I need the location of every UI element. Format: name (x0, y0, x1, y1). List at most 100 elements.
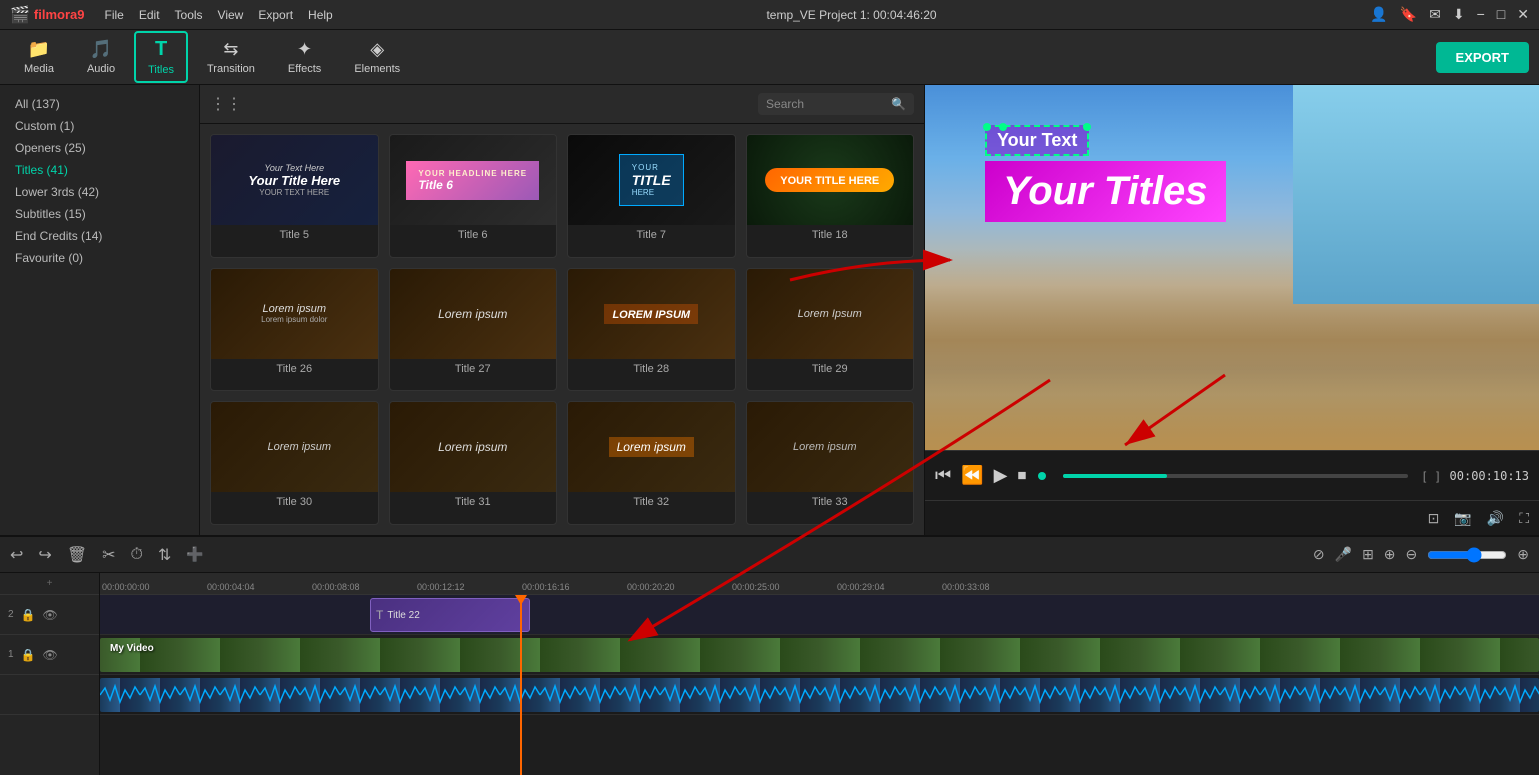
menu-file[interactable]: File (105, 8, 124, 22)
sidebar-item-favourite[interactable]: Favourite (0) (0, 247, 199, 269)
timeline-tool4[interactable]: ⊕ (1517, 546, 1529, 563)
toolbar-transition[interactable]: ⇆ Transition (193, 32, 269, 82)
speed-ramp-icon[interactable]: ⊘ (1313, 546, 1325, 563)
detach-button[interactable]: ⇅ (158, 545, 171, 565)
playhead[interactable] (520, 595, 522, 775)
video-strip[interactable]: My Video (100, 638, 1539, 672)
sidebar-item-endcredits[interactable]: End Credits (14) (0, 225, 199, 247)
toolbar-elements[interactable]: ◈ Elements (340, 32, 414, 82)
title-track: T Title 22 (100, 595, 1539, 635)
download-icon[interactable]: ⬇ (1453, 6, 1465, 23)
search-input[interactable] (766, 97, 886, 111)
maximize-button[interactable]: □ (1497, 6, 1505, 23)
title-card-7[interactable]: YOUR TITLE HERE Title 7 (567, 134, 736, 258)
title-card-30[interactable]: Lorem ipsum Title 30 (210, 401, 379, 525)
title-label-33: Title 33 (747, 492, 914, 512)
menu-tools[interactable]: Tools (175, 8, 203, 22)
toolbar-titles[interactable]: T Titles (134, 31, 188, 83)
title-card-26[interactable]: Lorem ipsum Lorem ipsum dolor Title 26 (210, 268, 379, 392)
timeline-tool2[interactable]: ⊕ (1384, 546, 1396, 563)
titles-grid: Your Text Here Your Title Here YOUR TEXT… (200, 124, 924, 535)
mail-icon[interactable]: ✉ (1429, 6, 1441, 23)
user-icon[interactable]: 👤 (1370, 6, 1387, 23)
eye-icon-2[interactable]: 👁 (43, 608, 58, 622)
zoom-slider[interactable] (1427, 547, 1507, 563)
menu-view[interactable]: View (218, 8, 244, 22)
toolbar-media[interactable]: 📁 Media (10, 32, 68, 82)
title-card-33[interactable]: Lorem ipsum Title 33 (746, 401, 915, 525)
toolbar-audio[interactable]: 🎵 Audio (73, 32, 129, 82)
bookmark-icon[interactable]: 🔖 (1400, 6, 1417, 23)
add-icon[interactable]: + (47, 578, 53, 589)
redo-button[interactable]: ↪ (38, 545, 51, 565)
title-card-27[interactable]: Lorem ipsum Title 27 (389, 268, 558, 392)
title-card-5[interactable]: Your Text Here Your Title Here YOUR TEXT… (210, 134, 379, 258)
title-card-29[interactable]: Lorem Ipsum Title 29 (746, 268, 915, 392)
title-card-6[interactable]: YOUR HEADLINE HERE Title 6 Title 6 (389, 134, 558, 258)
title-card-18[interactable]: YOUR TITLE HERE Title 18 (746, 134, 915, 258)
add-track-button[interactable]: ➕ (186, 546, 203, 563)
sidebar-item-openers[interactable]: Openers (25) (0, 137, 199, 159)
sidebar-item-custom[interactable]: Custom (1) (0, 115, 199, 137)
ruler-mark-8: 00:00:33:08 (940, 582, 1045, 592)
mic-icon[interactable]: 🎤 (1335, 546, 1352, 563)
title-card-28[interactable]: LOREM IPSUM Title 28 (567, 268, 736, 392)
timeline-tool3[interactable]: ⊖ (1406, 546, 1418, 563)
title-thumb-7: YOUR TITLE HERE (568, 135, 735, 225)
title-clip-icon: T (376, 608, 383, 622)
pip-icon[interactable]: ⊡ (1428, 510, 1440, 527)
play-back-button[interactable]: ⏪ (961, 465, 983, 486)
media-label: Media (24, 63, 54, 75)
title-thumb-26: Lorem ipsum Lorem ipsum dolor (211, 269, 378, 359)
title-card-31[interactable]: Lorem ipsum Title 31 (389, 401, 558, 525)
title-thumb-31: Lorem ipsum (390, 402, 557, 492)
fullscreen-icon[interactable]: ⛶ (1519, 510, 1529, 527)
sidebar-item-all[interactable]: All (137) (0, 93, 199, 115)
undo-button[interactable]: ↩ (10, 545, 23, 565)
title-clip[interactable]: T Title 22 (370, 598, 530, 632)
cut-button[interactable]: ✂ (102, 545, 115, 565)
title-thumb-30: Lorem ipsum (211, 402, 378, 492)
sidebar-item-titles[interactable]: Titles (41) (0, 159, 199, 181)
logo-icon: 🎬 (10, 5, 30, 25)
menu-help[interactable]: Help (308, 8, 333, 22)
history-button[interactable]: ⏱ (131, 546, 143, 564)
sidebar-item-lower3rds[interactable]: Lower 3rds (42) (0, 181, 199, 203)
ruler-marks: 00:00:00:00 00:00:04:04 00:00:08:08 00:0… (100, 582, 1539, 592)
track-number-2: 2 (8, 609, 14, 620)
export-button[interactable]: EXPORT (1436, 42, 1529, 73)
stop-button[interactable]: ⏹ (1017, 465, 1026, 486)
title-card-32[interactable]: Lorem ipsum Title 32 (567, 401, 736, 525)
delete-button[interactable]: 🗑 (67, 545, 87, 565)
ruler: 00:00:00:00 00:00:04:04 00:00:08:08 00:0… (100, 573, 1539, 595)
play-button[interactable]: ▶ (994, 465, 1008, 486)
preview-text2: Your Titles (1003, 169, 1208, 213)
eye-icon-1[interactable]: 👁 (43, 648, 58, 662)
lock-icon-2[interactable]: 🔒 (21, 608, 36, 622)
sidebar: All (137) Custom (1) Openers (25) Titles… (0, 85, 200, 535)
sidebar-item-subtitles[interactable]: Subtitles (15) (0, 203, 199, 225)
snapshot-icon[interactable]: 📷 (1454, 510, 1471, 527)
title-thumb-27: Lorem ipsum (390, 269, 557, 359)
toolbar-effects[interactable]: ✦ Effects (274, 32, 335, 82)
progress-bar[interactable] (1063, 474, 1407, 478)
search-box: 🔍 (758, 93, 914, 115)
minimize-button[interactable]: − (1477, 6, 1485, 23)
content-panel: ⋮⋮ 🔍 Your Text Here Your Title Here YOUR… (200, 85, 924, 535)
search-icon[interactable]: 🔍 (891, 97, 906, 111)
close-button[interactable]: ✕ (1517, 6, 1529, 23)
timeline-tool1[interactable]: ⊞ (1362, 546, 1374, 563)
preview-title-overlay: Your Text Your Titles (985, 125, 1479, 222)
menu-edit[interactable]: Edit (139, 8, 160, 22)
lock-icon-1[interactable]: 🔒 (21, 648, 36, 662)
main-area: All (137) Custom (1) Openers (25) Titles… (0, 85, 1539, 535)
audio-strip[interactable] (100, 678, 1539, 712)
ruler-mark-2: 00:00:08:08 (310, 582, 415, 592)
menu-export[interactable]: Export (258, 8, 293, 22)
panel-header: ⋮⋮ 🔍 (200, 85, 924, 124)
title-thumb-29: Lorem Ipsum (747, 269, 914, 359)
track-label-1: 1 🔒 👁 (0, 635, 99, 675)
prev-frame-button[interactable]: ⏮ (935, 465, 951, 486)
grid-view-icon[interactable]: ⋮⋮ (210, 94, 242, 114)
volume-icon[interactable]: 🔊 (1487, 510, 1504, 527)
